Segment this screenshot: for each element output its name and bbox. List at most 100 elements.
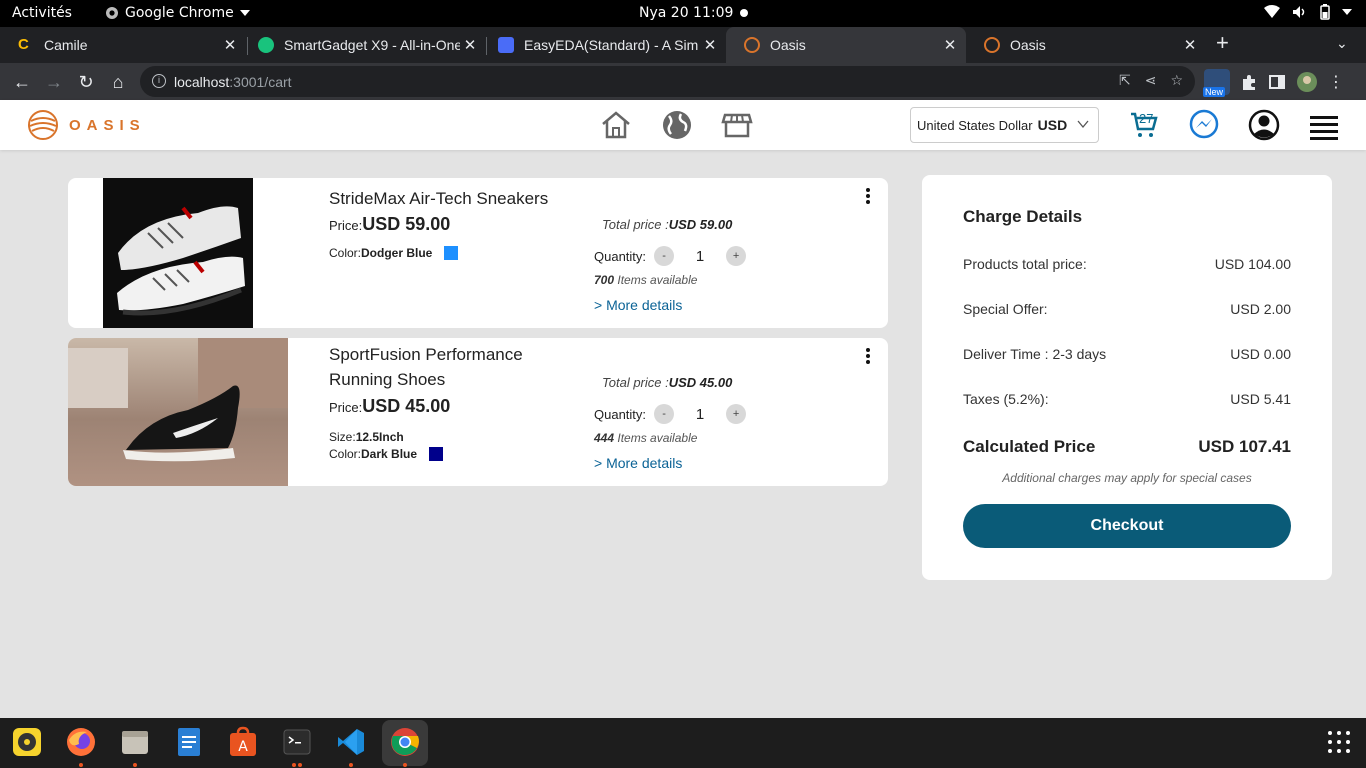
chrome-icon [106, 7, 118, 19]
color-swatch [428, 446, 443, 461]
forward-arrow-icon[interactable]: → [42, 70, 66, 94]
back-arrow-icon[interactable]: ← [10, 70, 34, 94]
items-available: 700 Items available [594, 273, 698, 287]
open-in-app-icon[interactable]: ⇱ [1119, 72, 1131, 89]
hamburger-menu-icon[interactable] [1308, 109, 1340, 141]
home-icon[interactable] [600, 109, 632, 141]
checkout-button[interactable]: Checkout [963, 504, 1291, 548]
items-available: 444 Items available [594, 431, 698, 445]
volume-icon [1293, 6, 1305, 18]
chevron-down-icon [1077, 120, 1089, 129]
more-details-link[interactable]: > More details [594, 455, 682, 471]
caret-down-icon [1342, 9, 1352, 15]
new-badge: New [1203, 87, 1226, 97]
address-bar[interactable]: i localhost:3001/cart ⇱ ⋖ ☆ [140, 66, 1195, 97]
taskbar-dock: A [0, 718, 1366, 768]
site-info-icon[interactable]: i [152, 74, 166, 88]
oasis-logo-icon [28, 110, 58, 140]
tab-label: EasyEDA(Standard) - A Sim [524, 37, 699, 53]
quantity-label: Quantity: [594, 248, 647, 264]
tab-easyeda[interactable]: EasyEDA(Standard) - A Sim ✕ [480, 27, 726, 63]
app-name: Google Chrome [125, 5, 234, 21]
store-icon[interactable] [721, 109, 753, 141]
product-color: Color:Dodger Blue [329, 244, 458, 262]
terminal-icon[interactable] [281, 726, 313, 758]
clock[interactable]: Nya 20 11:09 [639, 5, 733, 21]
oasis-logo[interactable]: OASIS [27, 109, 146, 141]
share-icon[interactable]: ⋖ [1145, 72, 1157, 89]
tab-oasis[interactable]: Oasis ✕ [966, 27, 1206, 63]
close-icon[interactable]: ✕ [1180, 36, 1200, 54]
tab-strip: C Camile ✕ SmartGadget X9 - All-in-One ✕… [0, 27, 1366, 63]
product-name[interactable]: SportFusion Performance Running Shoes [329, 342, 523, 392]
chrome-icon[interactable] [389, 726, 421, 758]
app-menu[interactable]: Google Chrome [105, 5, 250, 21]
item-options-kebab-icon[interactable] [866, 188, 872, 204]
messenger-icon[interactable] [1188, 109, 1220, 141]
camile-favicon-icon: C [18, 36, 29, 53]
user-account-icon[interactable] [1248, 109, 1280, 141]
tab-label: Camile [44, 37, 88, 53]
easyeda-favicon-icon [498, 37, 514, 53]
tab-label: Oasis [1010, 37, 1046, 53]
home-icon[interactable]: ⌂ [106, 70, 130, 94]
charge-row-taxes: Taxes (5.2%): USD 5.41 [963, 391, 1291, 407]
caret-down-icon [239, 10, 250, 16]
bookmark-star-icon[interactable]: ☆ [1170, 72, 1183, 89]
tab-label: SmartGadget X9 - All-in-One [284, 37, 460, 53]
rhythmbox-icon[interactable] [11, 726, 43, 758]
profile-avatar[interactable] [1296, 71, 1318, 93]
charge-details-panel: Charge Details Products total price: USD … [922, 175, 1332, 580]
item-options-kebab-icon[interactable] [866, 348, 872, 364]
vscode-icon[interactable] [335, 726, 367, 758]
side-panel-icon[interactable] [1268, 73, 1286, 91]
extensions-puzzle-icon[interactable] [1240, 73, 1258, 91]
tab-camile[interactable]: C Camile ✕ [0, 27, 246, 63]
openai-favicon-icon [258, 37, 274, 53]
quantity-value[interactable]: 1 [674, 406, 726, 423]
software-center-icon[interactable]: A [227, 726, 259, 758]
files-icon[interactable] [119, 726, 151, 758]
product-name[interactable]: StrideMax Air-Tech Sneakers [329, 186, 548, 211]
quantity-value[interactable]: 1 [674, 248, 726, 265]
decrease-quantity-button[interactable]: - [654, 246, 675, 266]
browser-toolbar: ← → ↻ ⌂ i localhost:3001/cart ⇱ ⋖ ☆ New … [0, 63, 1366, 100]
increase-quantity-button[interactable]: + [726, 404, 747, 424]
close-icon[interactable]: ✕ [940, 36, 960, 54]
tab-oasis-active[interactable]: Oasis ✕ [726, 27, 966, 63]
battery-icon [1320, 4, 1330, 20]
cart-item: SportFusion Performance Running Shoes Pr… [68, 338, 888, 486]
notification-dot [740, 9, 748, 17]
firefox-icon[interactable] [65, 726, 97, 758]
extension-new-icon[interactable]: New [1203, 69, 1230, 97]
product-image[interactable] [68, 338, 288, 486]
logo-text: OASIS [69, 116, 146, 134]
reload-icon[interactable]: ↻ [74, 70, 98, 94]
new-tab-button[interactable]: + [1216, 30, 1229, 56]
charge-row-delivery: Deliver Time : 2-3 days USD 0.00 [963, 346, 1291, 362]
calculated-price: Calculated Price USD 107.41 [963, 437, 1291, 456]
globe-icon[interactable] [661, 109, 693, 141]
product-image[interactable] [103, 178, 253, 328]
show-apps-grid-icon[interactable] [1323, 726, 1355, 758]
more-details-link[interactable]: > More details [594, 297, 682, 313]
product-price: Price:USD 45.00 [329, 396, 451, 416]
increase-quantity-button[interactable]: + [726, 246, 747, 266]
system-top-bar: Activités Google Chrome Nya 20 11:09 [0, 0, 1366, 27]
currency-select[interactable]: United States Dollar USD [910, 107, 1099, 143]
writer-icon[interactable] [173, 726, 205, 758]
product-size: Size:12.5Inch [329, 430, 404, 444]
cart-item: StrideMax Air-Tech Sneakers Price:USD 59… [68, 178, 888, 328]
close-icon[interactable]: ✕ [460, 36, 480, 54]
decrease-quantity-button[interactable]: - [654, 404, 675, 424]
close-icon[interactable]: ✕ [220, 36, 240, 54]
close-icon[interactable]: ✕ [700, 36, 720, 54]
url-text: localhost:3001/cart [174, 74, 292, 90]
tab-search-chevron-icon[interactable]: ⌄ [1336, 35, 1348, 52]
charge-row-products-total: Products total price: USD 104.00 [963, 256, 1291, 272]
activities-button[interactable]: Activités [12, 5, 72, 21]
system-tray[interactable] [1264, 4, 1352, 20]
total-price: Total price :USD 59.00 [602, 217, 733, 232]
tab-smartgadget[interactable]: SmartGadget X9 - All-in-One ✕ [240, 27, 486, 63]
browser-menu-icon[interactable]: ⋮ [1328, 72, 1344, 92]
